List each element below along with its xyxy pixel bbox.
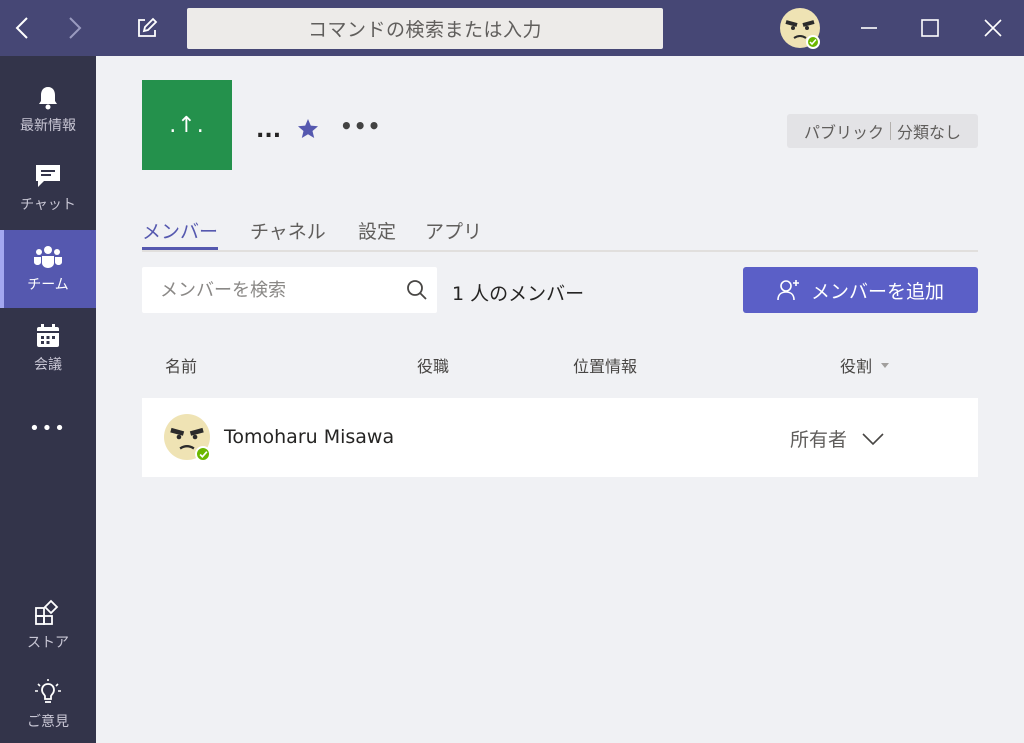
team-privacy-badge: パブリック 分類なし [787, 114, 978, 148]
app-rail: 最新情報 チャット チーム 会議 ••• ストア ご意見 [0, 56, 96, 743]
team-name: ... [256, 118, 282, 143]
member-role-dropdown[interactable]: 所有者 [790, 425, 885, 452]
add-member-label: メンバーを追加 [810, 280, 944, 303]
rail-item-chat[interactable]: チャット [0, 149, 96, 227]
chevron-left-icon [15, 17, 28, 39]
close-icon [984, 19, 1002, 37]
command-search-placeholder: コマンドの検索または入力 [307, 19, 542, 41]
presence-available-icon [806, 35, 820, 49]
rail-item-label: 会議 [34, 356, 62, 373]
chat-icon [36, 164, 60, 187]
sort-down-icon [881, 363, 890, 368]
team-tabs: メンバー チャネル 設定 アプリ [142, 217, 978, 252]
rail-item-meetings[interactable]: 会議 [0, 309, 96, 387]
member-search-box [142, 267, 437, 313]
member-search-button[interactable] [397, 279, 437, 301]
profile-avatar[interactable] [780, 8, 820, 49]
maximize-icon [921, 19, 939, 37]
rail-item-teams[interactable]: チーム [0, 230, 96, 308]
rail-item-label: ストア [27, 634, 69, 651]
star-icon [298, 119, 318, 138]
member-role-label: 所有者 [790, 429, 848, 451]
presence-available-icon [195, 446, 211, 462]
title-bar: コマンドの検索または入力 [0, 0, 1024, 56]
tab-members[interactable]: メンバー [142, 217, 219, 250]
column-header-name[interactable]: 名前 [165, 353, 197, 377]
classification-label: 分類なし [897, 123, 962, 142]
column-header-role[interactable]: 役割 [840, 353, 892, 377]
command-search-box[interactable]: コマンドの検索または入力 [187, 8, 663, 49]
column-header-role-label: 役割 [840, 357, 873, 376]
member-search-input[interactable] [158, 278, 397, 302]
team-more-options-button[interactable]: ••• [340, 114, 381, 138]
column-header-title[interactable]: 役職 [417, 353, 449, 377]
store-icon [35, 599, 59, 625]
new-chat-button[interactable] [126, 0, 168, 56]
add-member-button[interactable]: メンバーを追加 [743, 267, 978, 313]
member-count: 1 人のメンバー [452, 283, 585, 305]
rail-item-label: ご意見 [27, 713, 69, 730]
search-icon [407, 280, 427, 300]
chevron-right-icon [69, 17, 82, 39]
rail-item-label: チャット [20, 196, 76, 213]
more-apps-icon: ••• [29, 417, 67, 439]
bell-icon [39, 86, 57, 109]
member-avatar [164, 414, 211, 462]
calendar-icon [37, 323, 59, 347]
rail-item-label: チーム [27, 276, 69, 293]
rail-more-apps-button[interactable]: ••• [0, 389, 96, 467]
maximize-button[interactable] [907, 0, 953, 56]
tab-apps[interactable]: アプリ [425, 217, 482, 248]
forward-button[interactable] [53, 0, 97, 56]
teams-icon [34, 245, 62, 268]
rail-item-label: 最新情報 [20, 117, 76, 134]
add-person-icon [777, 280, 799, 301]
back-button[interactable] [0, 0, 44, 56]
privacy-label: パブリック [803, 123, 884, 142]
privacy-separator [890, 122, 891, 140]
minimize-icon [861, 27, 877, 29]
favorite-button[interactable] [296, 117, 320, 145]
rail-item-store[interactable]: ストア [0, 586, 96, 664]
table-row[interactable]: Tomoharu Misawa 所有者 [142, 398, 978, 477]
close-button[interactable] [970, 0, 1016, 56]
minimize-button[interactable] [846, 0, 892, 56]
rail-item-activity[interactable]: 最新情報 [0, 70, 96, 148]
lightbulb-icon [35, 678, 61, 703]
compose-icon [138, 17, 158, 37]
tab-settings[interactable]: 設定 [358, 217, 396, 248]
chevron-down-icon [862, 432, 884, 445]
tab-channels[interactable]: チャネル [250, 217, 326, 248]
team-logo-text: .↑. [169, 112, 205, 138]
member-name: Tomoharu Misawa [224, 426, 395, 448]
column-header-location[interactable]: 位置情報 [573, 353, 637, 377]
team-logo: .↑. [142, 80, 232, 170]
rail-item-feedback[interactable]: ご意見 [0, 665, 96, 743]
